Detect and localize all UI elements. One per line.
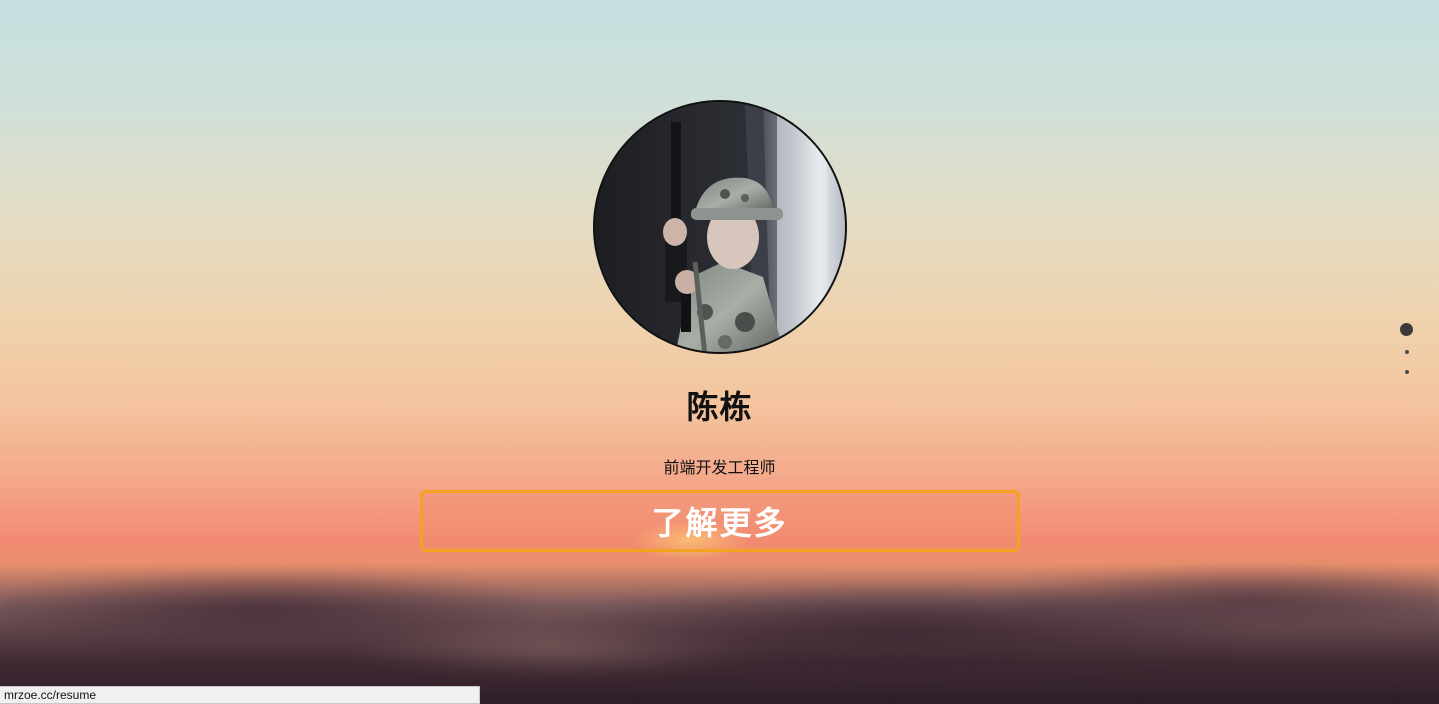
pagination-dot-3[interactable] [1404, 370, 1409, 374]
avatar [592, 100, 847, 354]
pagination-dot-1[interactable] [1400, 323, 1413, 336]
section-pagination [1400, 323, 1413, 374]
pagination-dot-2[interactable] [1404, 350, 1409, 354]
profile-title: 前端开发工程师 [663, 458, 776, 477]
learn-more-button[interactable]: 了解更多 [419, 490, 1020, 552]
profile-block: 陈栋 前端开发工程师 了解更多 [0, 100, 1439, 552]
avatar-image [594, 102, 845, 352]
status-bar-url: mrzoe.cc/resume [0, 686, 480, 704]
hero-section: 陈栋 前端开发工程师 了解更多 mrzoe.cc/resume [0, 0, 1439, 704]
profile-name: 陈栋 [686, 388, 753, 426]
